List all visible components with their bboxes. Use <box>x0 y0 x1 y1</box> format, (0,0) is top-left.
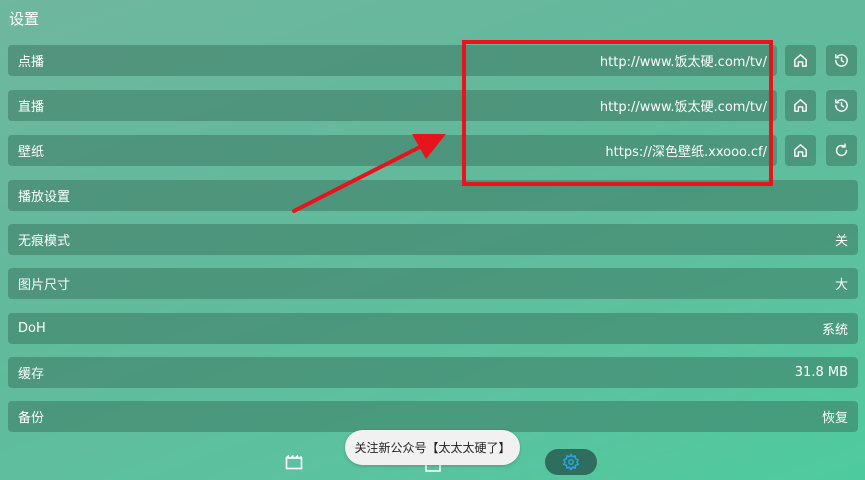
setting-value-image-size: 大 <box>834 278 848 293</box>
setting-row-cache[interactable]: 缓存 31.8 MB <box>8 357 858 388</box>
wallpaper-refresh-button[interactable] <box>826 135 857 166</box>
setting-row-backup[interactable]: 备份 恢复 <box>8 401 858 432</box>
setting-value-cache: 31.8 MB <box>794 365 848 380</box>
setting-label-backup: 备份 <box>18 411 45 426</box>
setting-label-cache: 缓存 <box>18 367 45 382</box>
setting-value-incognito: 关 <box>834 234 848 249</box>
home-icon <box>794 144 807 157</box>
setting-label-image-size: 图片尺寸 <box>18 278 71 293</box>
setting-value-backup: 恢复 <box>821 411 848 426</box>
vod-home-button[interactable] <box>785 45 816 76</box>
setting-label-incognito: 无痕模式 <box>18 234 71 249</box>
setting-value-wallpaper: https://深色壁纸.xxooo.cf/ <box>605 145 767 160</box>
home-icon <box>794 54 807 67</box>
nav-film-button[interactable] <box>282 452 306 472</box>
film-icon <box>285 454 303 470</box>
setting-label-playback: 播放设置 <box>18 190 71 205</box>
live-home-button[interactable] <box>785 90 816 121</box>
toast-message: 关注新公众号【太太太硬了】 <box>345 430 520 465</box>
home-icon <box>794 99 807 112</box>
setting-value-vod: http://www.饭太硬.com/tv/ <box>599 55 767 70</box>
setting-label-live: 直播 <box>18 100 45 115</box>
wallpaper-home-button[interactable] <box>785 135 816 166</box>
setting-row-incognito[interactable]: 无痕模式 关 <box>8 224 858 255</box>
setting-row-image-size[interactable]: 图片尺寸 大 <box>8 268 858 299</box>
setting-row-doh[interactable]: DoH 系统 <box>8 313 858 344</box>
history-icon <box>835 54 848 67</box>
gear-icon <box>562 453 580 471</box>
live-history-button[interactable] <box>826 90 857 121</box>
setting-label-vod: 点播 <box>18 55 45 70</box>
setting-label-doh: DoH <box>18 321 46 336</box>
history-icon <box>835 99 848 112</box>
page-title: 设置 <box>9 10 40 28</box>
refresh-icon <box>835 143 848 157</box>
setting-row-vod[interactable]: 点播 http://www.饭太硬.com/tv/ <box>8 45 777 76</box>
vod-history-button[interactable] <box>826 45 857 76</box>
setting-value-live: http://www.饭太硬.com/tv/ <box>599 100 767 115</box>
setting-value-doh: 系统 <box>821 323 848 338</box>
setting-row-playback[interactable]: 播放设置 <box>8 180 858 211</box>
setting-row-live[interactable]: 直播 http://www.饭太硬.com/tv/ <box>8 90 777 121</box>
setting-label-wallpaper: 壁纸 <box>18 145 45 160</box>
setting-row-wallpaper[interactable]: 壁纸 https://深色壁纸.xxooo.cf/ <box>8 135 777 166</box>
nav-settings-button[interactable] <box>545 449 597 475</box>
